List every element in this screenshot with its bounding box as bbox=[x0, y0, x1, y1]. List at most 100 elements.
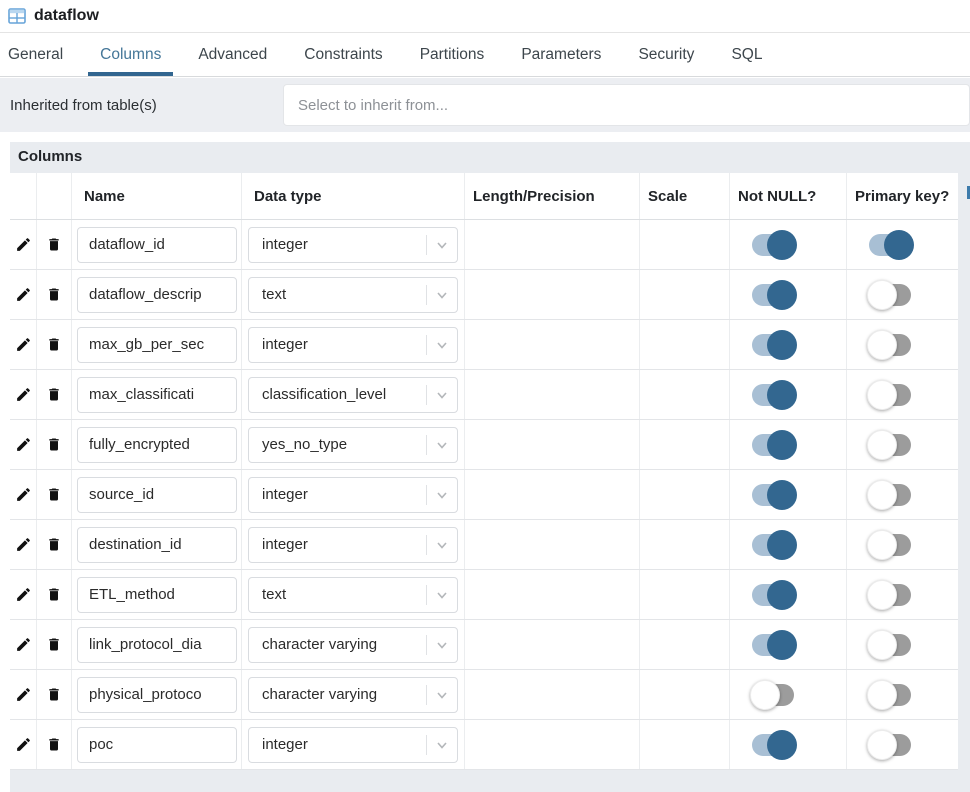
data-type-select[interactable]: integer bbox=[248, 327, 458, 363]
scale-cell[interactable] bbox=[640, 720, 730, 769]
column-name-input[interactable] bbox=[77, 327, 237, 363]
primary-key-toggle[interactable] bbox=[867, 230, 915, 260]
primary-key-toggle[interactable] bbox=[867, 380, 915, 410]
length-precision-cell[interactable] bbox=[465, 620, 640, 669]
tab-general[interactable]: General bbox=[0, 33, 75, 76]
delete-row-button[interactable] bbox=[37, 520, 72, 569]
length-precision-cell[interactable] bbox=[465, 320, 640, 369]
delete-row-button[interactable] bbox=[37, 220, 72, 269]
length-precision-cell[interactable] bbox=[465, 570, 640, 619]
not-null-toggle[interactable] bbox=[750, 530, 798, 560]
not-null-toggle[interactable] bbox=[750, 230, 798, 260]
scale-cell[interactable] bbox=[640, 220, 730, 269]
not-null-toggle[interactable] bbox=[750, 630, 798, 660]
primary-key-toggle[interactable] bbox=[867, 430, 915, 460]
tab-security[interactable]: Security bbox=[626, 33, 706, 76]
tab-parameters[interactable]: Parameters bbox=[509, 33, 613, 76]
tab-constraints[interactable]: Constraints bbox=[292, 33, 394, 76]
data-type-select[interactable]: text bbox=[248, 277, 458, 313]
edit-row-button[interactable] bbox=[10, 620, 37, 669]
delete-row-button[interactable] bbox=[37, 470, 72, 519]
primary-key-toggle[interactable] bbox=[867, 680, 915, 710]
inherit-from-input[interactable] bbox=[283, 84, 970, 126]
scale-cell[interactable] bbox=[640, 620, 730, 669]
scale-cell[interactable] bbox=[640, 470, 730, 519]
length-precision-cell[interactable] bbox=[465, 270, 640, 319]
edit-row-button[interactable] bbox=[10, 570, 37, 619]
data-type-select[interactable]: character varying bbox=[248, 677, 458, 713]
column-name-input[interactable] bbox=[77, 427, 237, 463]
length-precision-cell[interactable] bbox=[465, 420, 640, 469]
length-precision-cell[interactable] bbox=[465, 520, 640, 569]
data-type-select[interactable]: yes_no_type bbox=[248, 427, 458, 463]
scale-cell[interactable] bbox=[640, 570, 730, 619]
length-precision-cell[interactable] bbox=[465, 370, 640, 419]
delete-row-button[interactable] bbox=[37, 670, 72, 719]
primary-key-toggle[interactable] bbox=[867, 730, 915, 760]
scale-cell[interactable] bbox=[640, 520, 730, 569]
delete-row-button[interactable] bbox=[37, 270, 72, 319]
column-name-input[interactable] bbox=[77, 277, 237, 313]
length-precision-cell[interactable] bbox=[465, 670, 640, 719]
data-type-select[interactable]: integer bbox=[248, 727, 458, 763]
column-name-input[interactable] bbox=[77, 477, 237, 513]
delete-row-button[interactable] bbox=[37, 620, 72, 669]
primary-key-toggle[interactable] bbox=[867, 580, 915, 610]
primary-key-cell bbox=[847, 620, 958, 669]
length-precision-cell[interactable] bbox=[465, 220, 640, 269]
column-name-input[interactable] bbox=[77, 227, 237, 263]
edit-row-button[interactable] bbox=[10, 220, 37, 269]
column-name-input[interactable] bbox=[77, 377, 237, 413]
edit-row-button[interactable] bbox=[10, 370, 37, 419]
not-null-toggle[interactable] bbox=[750, 280, 798, 310]
delete-row-button[interactable] bbox=[37, 420, 72, 469]
delete-row-button[interactable] bbox=[37, 320, 72, 369]
tab-sql[interactable]: SQL bbox=[719, 33, 774, 76]
not-null-toggle[interactable] bbox=[750, 330, 798, 360]
scale-cell[interactable] bbox=[640, 270, 730, 319]
edit-row-button[interactable] bbox=[10, 720, 37, 769]
data-type-select[interactable]: classification_level bbox=[248, 377, 458, 413]
not-null-toggle[interactable] bbox=[750, 680, 798, 710]
edit-row-button[interactable] bbox=[10, 520, 37, 569]
not-null-toggle[interactable] bbox=[750, 430, 798, 460]
not-null-toggle[interactable] bbox=[750, 480, 798, 510]
column-name-input[interactable] bbox=[77, 727, 237, 763]
not-null-toggle[interactable] bbox=[750, 580, 798, 610]
edit-row-button[interactable] bbox=[10, 320, 37, 369]
length-precision-cell[interactable] bbox=[465, 470, 640, 519]
not-null-toggle[interactable] bbox=[750, 730, 798, 760]
column-name-input[interactable] bbox=[77, 527, 237, 563]
data-type-select[interactable]: integer bbox=[248, 227, 458, 263]
data-type-select[interactable]: character varying bbox=[248, 627, 458, 663]
delete-row-button[interactable] bbox=[37, 570, 72, 619]
column-name-input[interactable] bbox=[77, 627, 237, 663]
column-name-input[interactable] bbox=[77, 677, 237, 713]
edit-row-button[interactable] bbox=[10, 470, 37, 519]
column-name-input[interactable] bbox=[77, 577, 237, 613]
not-null-toggle[interactable] bbox=[750, 380, 798, 410]
edit-row-button[interactable] bbox=[10, 670, 37, 719]
scale-cell[interactable] bbox=[640, 670, 730, 719]
scale-cell[interactable] bbox=[640, 370, 730, 419]
length-precision-cell[interactable] bbox=[465, 720, 640, 769]
delete-row-button[interactable] bbox=[37, 370, 72, 419]
tab-partitions[interactable]: Partitions bbox=[408, 33, 497, 76]
scale-column-header: Scale bbox=[640, 173, 730, 219]
primary-key-toggle[interactable] bbox=[867, 530, 915, 560]
tab-advanced[interactable]: Advanced bbox=[186, 33, 279, 76]
primary-key-toggle[interactable] bbox=[867, 480, 915, 510]
tab-columns[interactable]: Columns bbox=[88, 33, 173, 76]
primary-key-toggle[interactable] bbox=[867, 280, 915, 310]
scale-cell[interactable] bbox=[640, 320, 730, 369]
edit-row-button[interactable] bbox=[10, 420, 37, 469]
primary-key-toggle[interactable] bbox=[867, 630, 915, 660]
delete-row-button[interactable] bbox=[37, 720, 72, 769]
name-cell bbox=[72, 270, 242, 319]
primary-key-toggle[interactable] bbox=[867, 330, 915, 360]
data-type-select[interactable]: integer bbox=[248, 477, 458, 513]
edit-row-button[interactable] bbox=[10, 270, 37, 319]
data-type-select[interactable]: integer bbox=[248, 527, 458, 563]
data-type-select[interactable]: text bbox=[248, 577, 458, 613]
scale-cell[interactable] bbox=[640, 420, 730, 469]
